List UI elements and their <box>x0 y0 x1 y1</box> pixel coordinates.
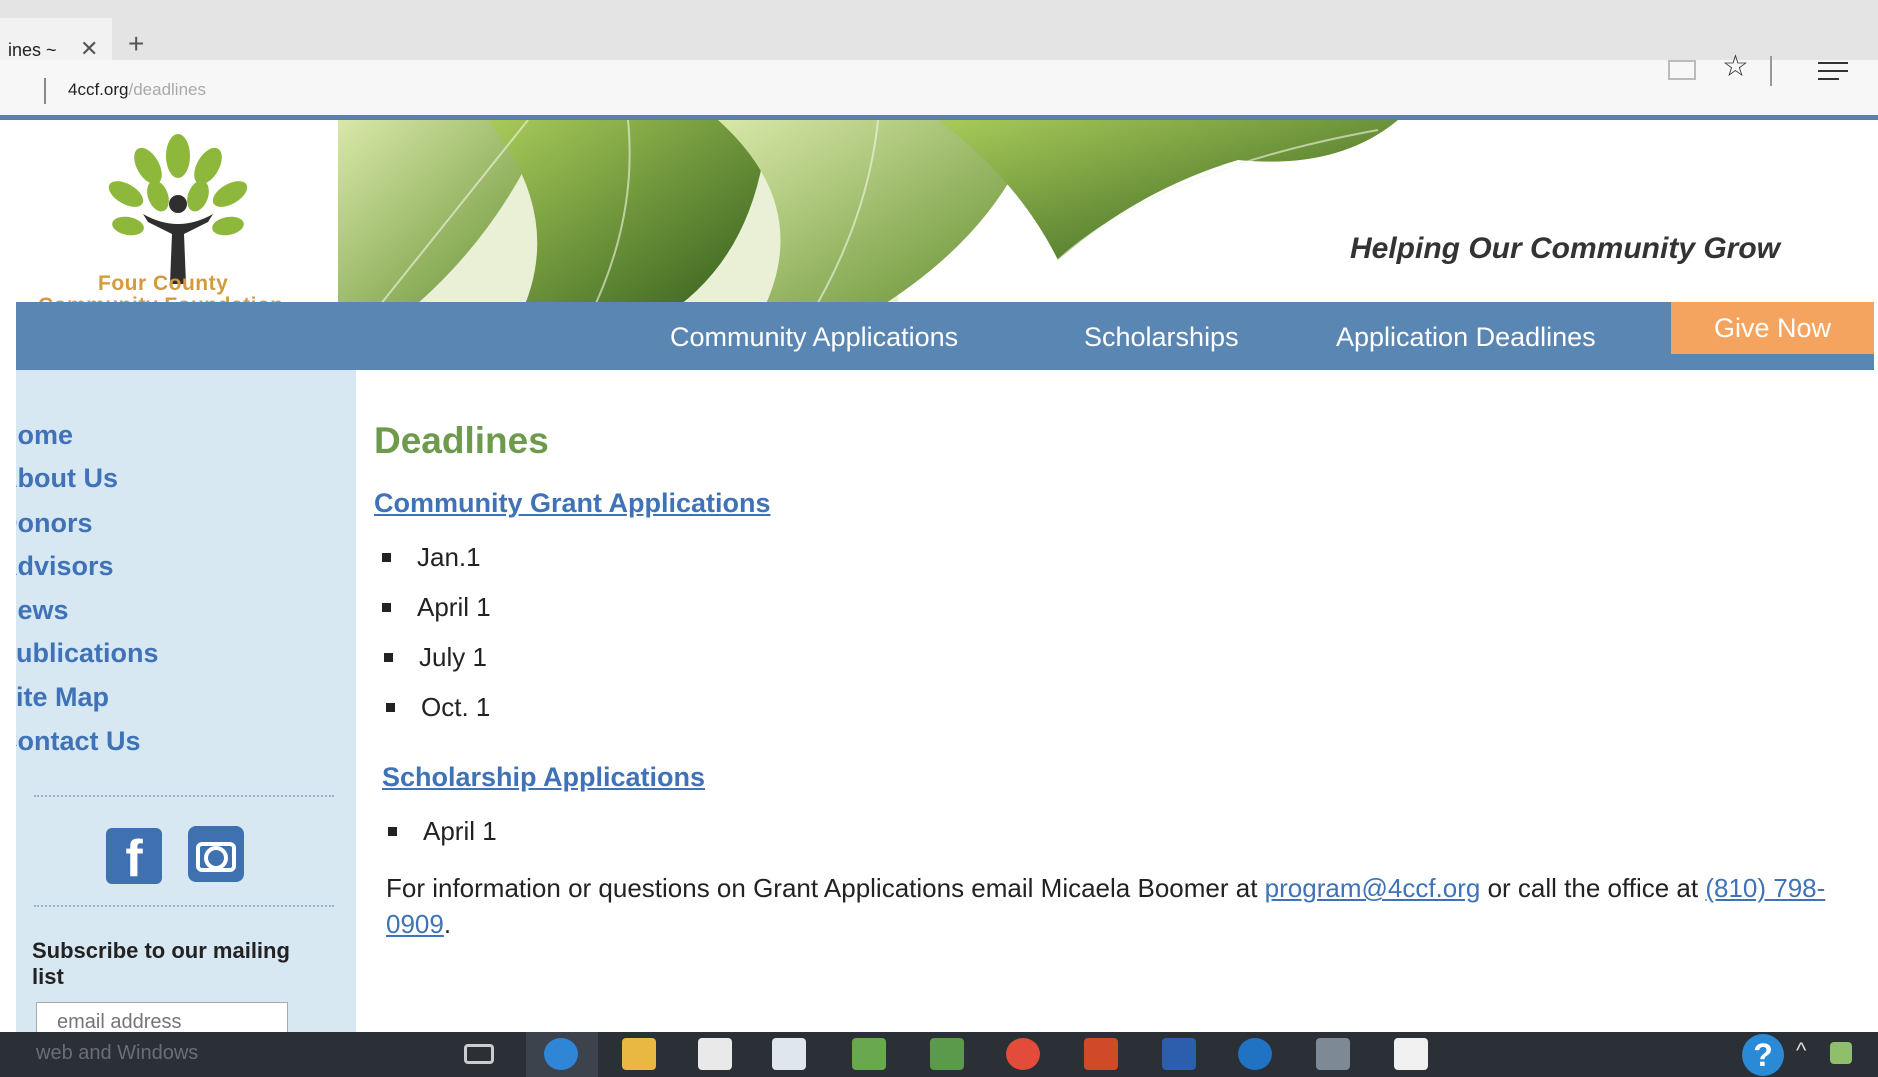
grant-date-item: Jan.1 <box>382 542 481 573</box>
scholarship-applications-link[interactable]: Scholarship Applications <box>382 762 705 793</box>
tray-chevron-icon[interactable]: ^ <box>1796 1038 1806 1064</box>
sidebar-link-news[interactable]: News <box>16 595 69 626</box>
sidebar-link-advisors[interactable]: Advisors <box>16 551 114 582</box>
site-header: Four County Community Foundation Helping… <box>10 120 1870 320</box>
close-icon[interactable]: ✕ <box>80 36 98 62</box>
tree-logo-icon <box>108 134 248 284</box>
grant-date-item: April 1 <box>382 592 491 623</box>
info-middle: or call the office at <box>1480 873 1706 903</box>
tripadvisor-icon[interactable] <box>930 1038 964 1070</box>
email-input[interactable] <box>36 1002 288 1035</box>
app-icon[interactable] <box>1316 1038 1350 1070</box>
contact-info-text: For information or questions on Grant Ap… <box>386 870 1846 942</box>
info-prefix: For information or questions on Grant Ap… <box>386 873 1265 903</box>
give-now-button[interactable]: Give Now <box>1671 302 1874 354</box>
reading-view-icon[interactable] <box>1668 60 1696 80</box>
dropbox-icon[interactable] <box>772 1038 806 1070</box>
tab-title: ines ~ <box>8 40 57 60</box>
sidebar-link-donors[interactable]: Donors <box>16 508 93 539</box>
help-icon[interactable]: ? <box>1742 1034 1784 1076</box>
edge-browser-icon[interactable] <box>544 1038 578 1070</box>
sidebar: Home About Us Donors Advisors News Publi… <box>16 370 356 1035</box>
url-text[interactable]: 4ccf.org/deadlines <box>68 80 206 100</box>
address-bar[interactable]: 4ccf.org/deadlines <box>0 60 1878 120</box>
leaves-banner-image <box>338 120 1398 320</box>
task-view-icon[interactable] <box>464 1044 494 1064</box>
sidebar-link-home[interactable]: Home <box>16 420 73 451</box>
subscribe-label: Subscribe to our mailing list <box>32 938 290 989</box>
sidebar-link-site-map[interactable]: Site Map <box>16 682 109 713</box>
main-nav: Community Applications Scholarships Appl… <box>16 302 1874 370</box>
hub-menu-icon[interactable] <box>1818 62 1848 86</box>
sidebar-link-about-us[interactable]: About Us <box>16 463 118 494</box>
nav-community-applications[interactable]: Community Applications <box>670 322 958 353</box>
chrome-icon[interactable] <box>1006 1038 1040 1070</box>
logo-text-line1: Four County <box>98 272 229 295</box>
tagline: Helping Our Community Grow <box>1350 232 1781 265</box>
sidebar-divider <box>34 795 334 797</box>
sidebar-divider <box>34 905 334 907</box>
scholarship-date-item: April 1 <box>388 816 497 847</box>
program-email-link[interactable]: program@4ccf.org <box>1265 873 1481 903</box>
nav-application-deadlines[interactable]: Application Deadlines <box>1336 322 1596 353</box>
photos-icon[interactable] <box>1394 1038 1428 1070</box>
instagram-lens <box>204 846 228 870</box>
taskbar-search-hint[interactable]: web and Windows <box>36 1042 198 1065</box>
powerpoint-icon[interactable] <box>1084 1038 1118 1070</box>
tray-app-icon[interactable] <box>1830 1042 1852 1064</box>
address-divider <box>44 78 46 104</box>
info-suffix: . <box>443 909 452 939</box>
instagram-icon[interactable] <box>188 826 244 882</box>
community-grant-applications-link[interactable]: Community Grant Applications <box>374 488 771 519</box>
favorite-star-icon[interactable]: ☆ <box>1722 52 1749 82</box>
main-content: Deadlines Community Grant Applications J… <box>360 370 1860 1030</box>
store-icon[interactable] <box>698 1038 732 1070</box>
url-host: 4ccf.org <box>68 80 129 99</box>
facebook-icon[interactable]: f <box>106 828 162 884</box>
windows-taskbar: web and Windows ? ^ <box>0 1032 1878 1077</box>
grant-date-item: Oct. 1 <box>386 692 490 723</box>
evernote-icon[interactable] <box>852 1038 886 1070</box>
toolbar-divider <box>1770 56 1772 86</box>
foundation-logo[interactable]: Four County Community Foundation <box>28 134 328 317</box>
url-path: /deadlines <box>128 80 206 99</box>
page-title: Deadlines <box>374 420 549 461</box>
nav-scholarships[interactable]: Scholarships <box>1084 322 1239 353</box>
hp-icon[interactable] <box>1238 1038 1272 1070</box>
sidebar-link-contact-us[interactable]: Contact Us <box>16 726 141 757</box>
grant-date-item: July 1 <box>384 642 487 673</box>
file-explorer-icon[interactable] <box>622 1038 656 1070</box>
sidebar-link-publications[interactable]: Publications <box>16 638 159 669</box>
new-tab-icon[interactable]: + <box>128 30 144 58</box>
word-icon[interactable] <box>1162 1038 1196 1070</box>
